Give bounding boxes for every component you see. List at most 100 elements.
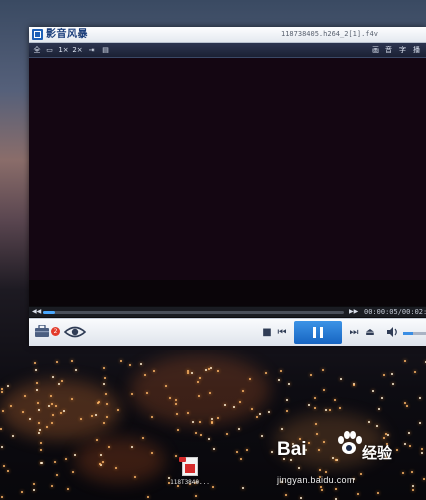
compact-mode-button[interactable]: ▭ bbox=[44, 43, 55, 57]
stop-icon[interactable]: ■ bbox=[261, 327, 273, 339]
city-light bbox=[175, 399, 177, 401]
city-light bbox=[51, 403, 53, 405]
size-1x-button[interactable]: 1× bbox=[58, 43, 69, 57]
city-light bbox=[404, 402, 406, 404]
size-2x-button[interactable]: 2× bbox=[72, 43, 83, 57]
city-light bbox=[33, 483, 35, 485]
city-light bbox=[100, 454, 102, 456]
playlist-toggle-button[interactable]: ▤ bbox=[100, 43, 111, 57]
city-light bbox=[99, 463, 101, 465]
city-light bbox=[169, 397, 171, 399]
city-light bbox=[372, 390, 374, 392]
city-light bbox=[56, 361, 58, 363]
subtitle-settings-button[interactable]: 字 bbox=[399, 43, 406, 57]
city-light bbox=[211, 418, 213, 420]
city-light bbox=[285, 494, 287, 496]
city-light bbox=[329, 409, 331, 411]
city-light bbox=[95, 414, 97, 416]
city-light bbox=[210, 367, 212, 369]
city-light bbox=[280, 370, 282, 372]
city-light bbox=[391, 373, 393, 375]
city-light bbox=[91, 415, 93, 417]
mute-button[interactable] bbox=[387, 327, 399, 341]
city-light bbox=[286, 399, 288, 401]
rewind-button[interactable]: ◀◀ bbox=[32, 307, 41, 317]
city-light bbox=[165, 385, 167, 387]
fit-screen-button[interactable]: ⇥ bbox=[86, 43, 97, 57]
city-light bbox=[209, 392, 211, 394]
city-light bbox=[192, 421, 194, 423]
previous-icon[interactable]: ⏮ bbox=[276, 327, 288, 339]
city-light bbox=[35, 369, 37, 371]
city-light bbox=[134, 476, 136, 478]
city-light bbox=[38, 432, 40, 434]
baidu-watermark: Bai 经验 jingyan.baidu.com bbox=[277, 431, 417, 493]
city-light bbox=[144, 374, 146, 376]
city-light bbox=[2, 410, 4, 412]
pause-button[interactable] bbox=[294, 321, 342, 344]
eject-icon[interactable]: ⏏ bbox=[364, 327, 376, 339]
city-light bbox=[175, 403, 177, 405]
city-light bbox=[205, 369, 207, 371]
city-light bbox=[314, 407, 316, 409]
playback-settings-button[interactable]: 播 bbox=[413, 43, 420, 57]
city-light bbox=[151, 452, 153, 454]
control-bar: 2 ■ ⏮ ⏭ ⏏ bbox=[29, 318, 426, 346]
city-light bbox=[404, 360, 406, 362]
city-light bbox=[323, 389, 325, 391]
toolbox-icon bbox=[35, 324, 49, 337]
city-light bbox=[1, 388, 3, 390]
desktop-file-label: 118T3840... bbox=[170, 479, 210, 486]
city-light bbox=[61, 380, 63, 382]
city-light bbox=[191, 372, 193, 374]
city-light bbox=[353, 384, 355, 386]
eye-icon bbox=[63, 326, 87, 338]
city-light bbox=[187, 370, 189, 372]
city-light bbox=[36, 389, 38, 391]
window-title: 118738405.h264_2[1].f4v bbox=[281, 30, 378, 38]
watermark-cn: 经验 bbox=[362, 444, 393, 462]
city-light bbox=[392, 383, 394, 385]
city-light bbox=[36, 382, 38, 384]
city-light bbox=[65, 458, 67, 460]
city-light bbox=[117, 409, 119, 411]
video-area[interactable] bbox=[29, 58, 426, 280]
city-light bbox=[96, 439, 98, 441]
city-light bbox=[51, 422, 53, 424]
city-light bbox=[80, 418, 82, 420]
app-logo-icon[interactable] bbox=[32, 29, 43, 40]
city-light bbox=[51, 485, 53, 487]
city-light bbox=[187, 372, 189, 374]
volume-slider[interactable] bbox=[403, 332, 426, 335]
city-light bbox=[48, 405, 50, 407]
video-letterbox[interactable] bbox=[29, 280, 426, 306]
city-light bbox=[238, 428, 240, 430]
city-light bbox=[268, 411, 270, 413]
pause-icon bbox=[313, 327, 316, 338]
watermark-url: jingyan.baidu.com bbox=[277, 475, 355, 485]
city-light bbox=[142, 437, 144, 439]
seek-track[interactable] bbox=[43, 311, 344, 314]
next-icon[interactable]: ⏭ bbox=[348, 327, 360, 339]
city-light bbox=[322, 369, 324, 371]
city-glow bbox=[0, 380, 120, 440]
city-light bbox=[129, 364, 131, 366]
city-light bbox=[10, 405, 12, 407]
city-light bbox=[419, 422, 421, 424]
city-light bbox=[256, 416, 258, 418]
city-light bbox=[236, 451, 238, 453]
fullscreen-button[interactable]: 全 bbox=[32, 43, 42, 57]
city-light bbox=[7, 470, 9, 472]
desktop-file-icon[interactable]: 118T3840... bbox=[168, 457, 212, 488]
fast-forward-button[interactable]: ▶▶ bbox=[349, 307, 358, 317]
city-light bbox=[176, 413, 178, 415]
audio-settings-button[interactable]: 音 bbox=[385, 43, 392, 57]
title-bar[interactable]: 影音风暴 ▾ 118738405.h264_2[1].f4v bbox=[29, 27, 426, 43]
city-light bbox=[63, 410, 65, 412]
city-light bbox=[381, 397, 383, 399]
picture-settings-button[interactable]: 画 bbox=[372, 43, 379, 57]
view-mode-button[interactable] bbox=[63, 325, 87, 339]
chevron-down-icon[interactable]: ▾ bbox=[78, 28, 82, 41]
toolbox-button[interactable]: 2 bbox=[35, 324, 60, 337]
city-light bbox=[310, 374, 312, 376]
